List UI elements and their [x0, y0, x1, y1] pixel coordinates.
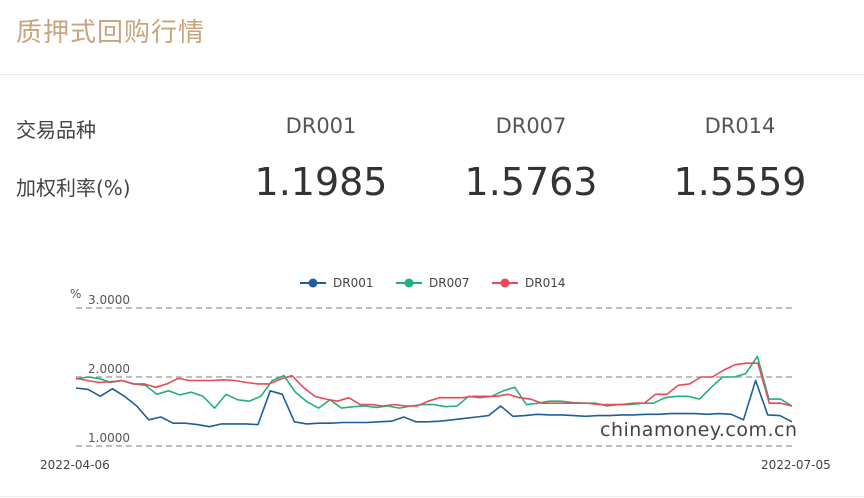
- y-tick-label: 1.0000: [88, 431, 130, 445]
- legend-label: DR001: [333, 276, 373, 290]
- watermark-text: chinamoney.com.cn: [600, 419, 798, 441]
- legend-marker: [500, 278, 510, 288]
- legend-marker: [404, 278, 414, 288]
- chart-legend: DR001 DR007 DR014: [300, 276, 565, 290]
- y-unit-label: %: [70, 287, 81, 301]
- page-header: 质押式回购行情: [0, 0, 864, 75]
- x-end-label: 2022-07-05: [761, 458, 831, 472]
- legend-marker: [308, 278, 318, 288]
- row-label-rate: 加权利率(%): [16, 176, 131, 200]
- page-title: 质押式回购行情: [16, 18, 206, 48]
- column-name-dr007: DR007: [495, 114, 567, 138]
- x-start-label: 2022-04-06: [40, 458, 110, 472]
- y-tick-label: 2.0000: [88, 362, 130, 376]
- rate-value-dr007: 1.5763: [464, 160, 598, 204]
- row-label-type: 交易品种: [16, 118, 96, 142]
- legend-label: DR014: [525, 276, 565, 290]
- chart-series: [75, 355, 793, 428]
- legend-label: DR007: [429, 276, 469, 290]
- column-name-dr001: DR001: [285, 114, 357, 138]
- column-name-dr014: DR014: [704, 114, 776, 138]
- bottom-divider: [0, 496, 864, 497]
- series-line-dr007: [75, 355, 793, 409]
- rate-value-dr001: 1.1985: [254, 160, 388, 204]
- y-tick-label: 3.0000: [88, 293, 130, 307]
- rate-line-chart: DR001 DR007 DR014 % 3.0000 2.0000 1.0000 chi…: [40, 276, 831, 472]
- rate-value-dr014: 1.5559: [673, 160, 807, 204]
- series-line-dr014: [75, 362, 793, 407]
